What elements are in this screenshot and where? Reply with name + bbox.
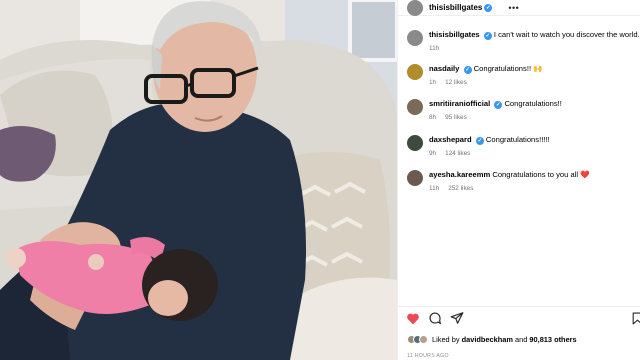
caption-username[interactable]: thisisbillgates [429, 30, 480, 39]
comment-age: 8h [429, 114, 437, 121]
comment-text: Congratulations to you all ❤️ [492, 170, 590, 179]
heart-icon[interactable] [406, 312, 420, 325]
commenter-username[interactable]: ayesha.kareemm [429, 170, 490, 179]
caption: thisisbillgates ✓ I can't wait to watch … [407, 30, 640, 52]
comment-icon[interactable] [428, 311, 442, 325]
likes-others[interactable]: 90,813 others [529, 335, 576, 344]
comment-age: 1h [429, 79, 437, 86]
verified-badge-icon: ✓ [494, 101, 503, 109]
post-actions: Liked by davidbeckham and 90,813 others … [398, 306, 640, 360]
likes-summary[interactable]: Liked by davidbeckham and 90,813 others [407, 335, 577, 344]
caption-text: thisisbillgates ✓ I can't wait to watch … [429, 30, 640, 40]
author-avatar[interactable] [407, 0, 423, 16]
comment-likes[interactable]: 12 likes [445, 79, 467, 86]
likes-text: Liked by davidbeckham and 90,813 others [432, 335, 577, 344]
author-username[interactable]: thisisbillgates [429, 3, 482, 12]
author-avatar[interactable] [407, 30, 423, 46]
verified-badge-icon: ✓ [463, 66, 472, 74]
caption-body: I can't wait to watch you discover the w… [493, 30, 640, 39]
comment-text: Congratulations!! 🙌 [473, 64, 543, 73]
comment-item: smritiiraniofficial ✓ Congratulations!! … [407, 99, 640, 121]
post-timestamp: 11 HOURS AGO [407, 353, 449, 359]
post-side-panel: thisisbillgates ✓ ••• thisisbillgates ✓ … [397, 0, 640, 360]
caption-meta: 11h [429, 45, 640, 52]
comment-item: nasdaily ✓ Congratulations!! 🙌 1h 12 like… [407, 64, 640, 86]
comment-likes[interactable]: 124 likes [445, 150, 470, 157]
comment-text: Congratulations!!!!! [485, 135, 550, 144]
commenter-username[interactable]: daxshepard [429, 135, 472, 144]
comment-item: daxshepard ✓ Congratulations!!!!! 9h 124 … [407, 135, 640, 157]
post-header: thisisbillgates ✓ ••• [398, 0, 640, 16]
comment-item: ayesha.kareemm Congratulations to you al… [407, 170, 640, 192]
share-icon[interactable] [450, 311, 464, 325]
commenter-username[interactable]: smritiiraniofficial [429, 99, 490, 108]
caption-age: 11h [429, 45, 440, 52]
commenter-avatar[interactable] [407, 170, 423, 186]
commenter-avatar[interactable] [407, 135, 423, 151]
likes-first-user[interactable]: davidbeckham [462, 335, 513, 344]
photo-illustration [0, 0, 397, 360]
commenter-avatar[interactable] [407, 64, 423, 80]
verified-badge-icon: ✓ [484, 3, 493, 12]
likes-conjunction: and [515, 335, 528, 344]
verified-badge-icon: ✓ [475, 137, 484, 145]
comment-text: Congratulations!! [504, 99, 562, 108]
more-icon[interactable]: ••• [508, 3, 519, 12]
comment-likes[interactable]: 252 likes [448, 185, 473, 192]
comment-age: 11h [429, 185, 440, 192]
comment-age: 9h [429, 150, 437, 157]
likes-prefix: Liked by [432, 335, 460, 344]
comment-likes[interactable]: 95 likes [445, 114, 467, 121]
liker-avatar [419, 335, 428, 344]
bookmark-icon[interactable] [632, 312, 640, 325]
commenter-avatar[interactable] [407, 99, 423, 115]
commenter-username[interactable]: nasdaily [429, 64, 459, 73]
verified-badge-icon: ✓ [483, 32, 492, 40]
post-photo[interactable] [0, 0, 397, 360]
